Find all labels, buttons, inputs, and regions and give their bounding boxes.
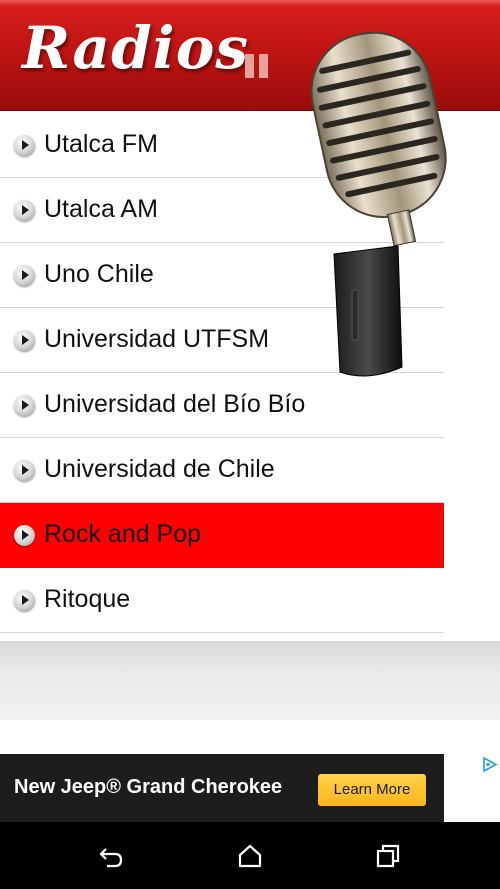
spacer-band <box>0 641 500 720</box>
play-icon <box>14 265 35 286</box>
play-icon <box>14 330 35 351</box>
navigation-bar <box>0 822 500 889</box>
home-icon[interactable] <box>236 842 264 870</box>
play-icon <box>14 590 35 611</box>
play-icon <box>14 135 35 156</box>
microphone-image <box>310 31 447 377</box>
station-item-selected[interactable]: Rock and Pop <box>0 503 444 568</box>
play-icon <box>14 200 35 221</box>
back-icon[interactable] <box>97 842 125 870</box>
play-icon <box>14 395 35 416</box>
header-sheen <box>0 0 500 6</box>
station-label: Uno Chile <box>44 260 154 288</box>
station-item[interactable]: Universidad de Chile <box>0 438 444 503</box>
station-label: Rock and Pop <box>44 520 202 548</box>
ad-banner[interactable]: New Jeep® Grand Cherokee Learn More <box>0 754 444 822</box>
station-label: Ritoque <box>44 585 131 613</box>
recents-icon[interactable] <box>374 842 402 870</box>
pause-icon[interactable] <box>243 52 271 80</box>
station-label: Utalca FM <box>44 130 158 158</box>
station-item[interactable]: Ritoque <box>0 568 444 633</box>
ad-text: New Jeep® Grand Cherokee <box>14 776 283 798</box>
play-icon <box>14 460 35 481</box>
station-label: Universidad del Bío Bío <box>44 390 306 418</box>
station-label: Utalca AM <box>44 195 158 223</box>
play-icon <box>14 525 35 546</box>
app-title: Radios <box>22 14 250 82</box>
learn-more-button[interactable]: Learn More <box>318 774 426 806</box>
adchoices-icon[interactable] <box>481 756 498 773</box>
station-label: Universidad UTFSM <box>44 325 270 353</box>
station-label: Universidad de Chile <box>44 455 275 483</box>
